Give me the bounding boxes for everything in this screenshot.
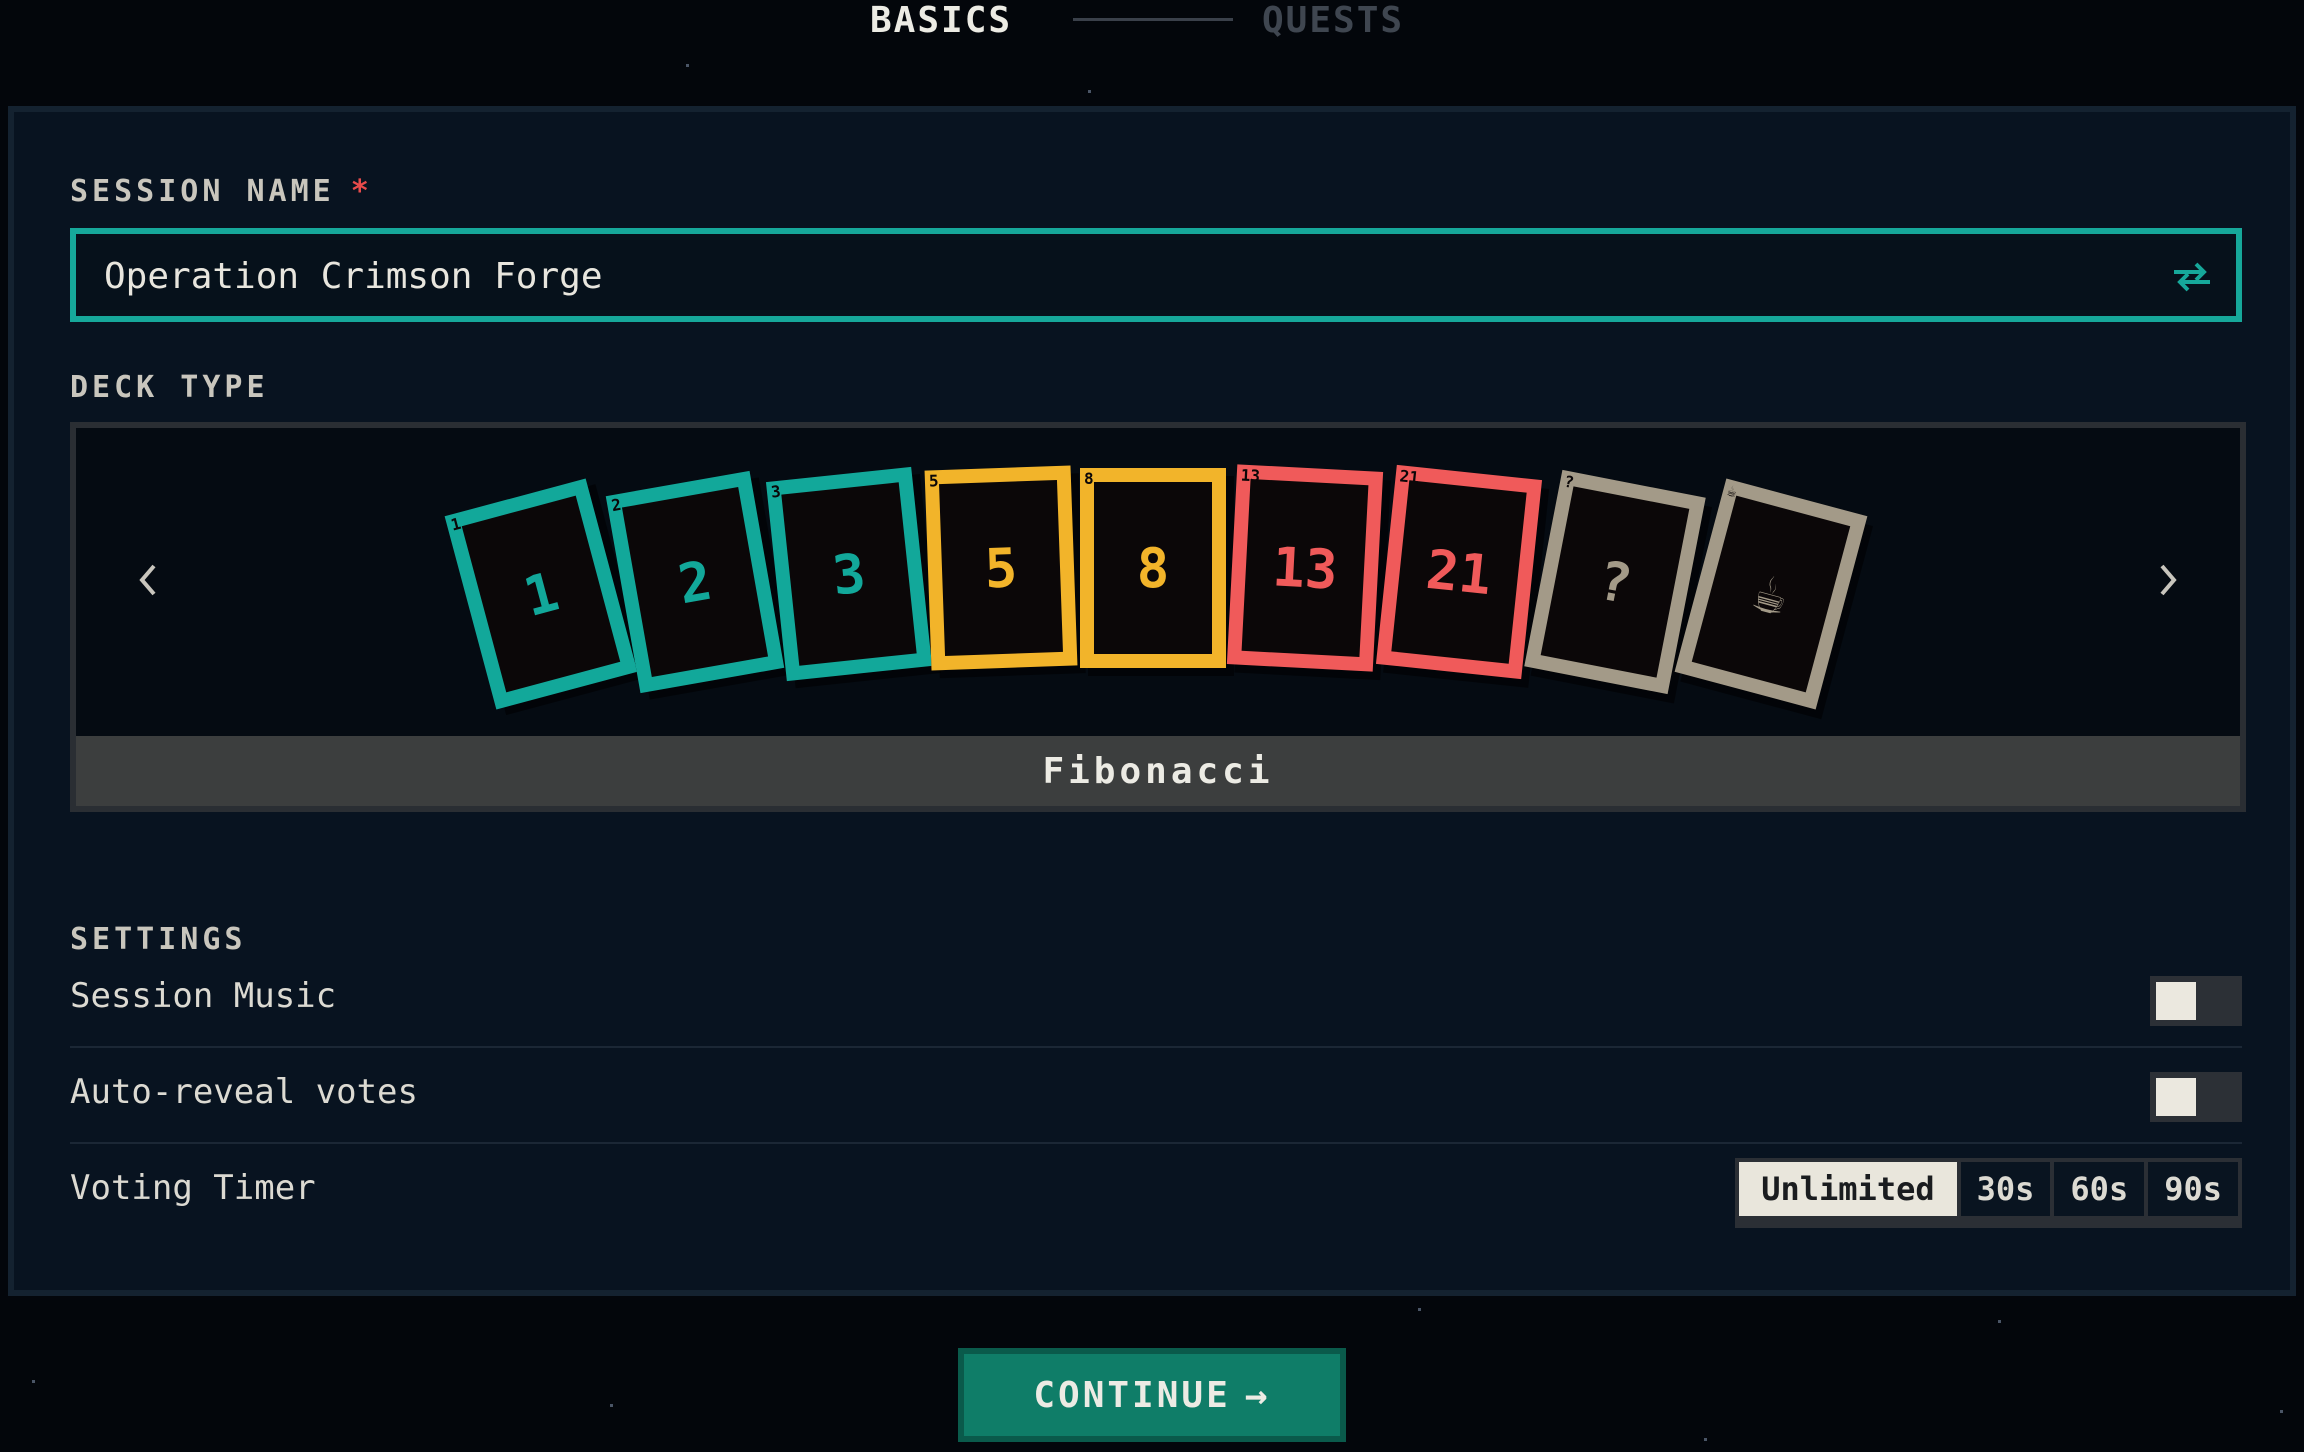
star <box>610 1404 613 1407</box>
deck-card: 33 <box>765 466 933 682</box>
card-value: 2 <box>673 548 717 616</box>
shuffle-icon[interactable] <box>2168 252 2216 300</box>
deck-card: 88 <box>1080 468 1226 668</box>
card-corner-value: 1 <box>448 513 463 535</box>
star <box>1704 1438 1707 1441</box>
chevron-right-icon[interactable] <box>2150 556 2186 604</box>
timer-option-unlimited[interactable]: Unlimited <box>1739 1162 1957 1216</box>
chevron-left-icon[interactable] <box>130 556 166 604</box>
card-value: ? <box>1593 547 1637 617</box>
session-name-label: SESSION NAME * <box>70 174 373 209</box>
deck-card: 13 13 <box>1226 464 1384 672</box>
card-value: 8 <box>1136 536 1170 600</box>
card-corner-value: 5 <box>928 471 939 491</box>
star <box>686 64 689 67</box>
setting-session-music: Session Music <box>70 954 2242 1044</box>
card-value: 1 <box>517 559 565 629</box>
deck-carousel: 1 1 2 2 3 3 5 5 8 8 13 13 21 21?? ☕ ☕ Fibonacci <box>70 422 2246 812</box>
continue-button[interactable]: CONTINUE → <box>958 1348 1346 1442</box>
voting-timer-segmented: Unlimited 30s 60s 90s <box>1735 1158 2242 1228</box>
timer-option-30s[interactable]: 30s <box>1960 1162 2051 1216</box>
setting-auto-reveal: Auto-reveal votes <box>70 1050 2242 1140</box>
setting-voting-timer: Voting Timer Unlimited 30s 60s 90s <box>70 1146 2242 1236</box>
deck-card: ☕ ☕ <box>1674 478 1868 710</box>
setting-auto-reveal-label: Auto-reveal votes <box>70 1072 418 1112</box>
required-mark: * <box>350 174 373 209</box>
deck-type-label: DECK TYPE <box>70 370 269 405</box>
deck-name: Fibonacci <box>1042 750 1274 792</box>
star <box>1418 1308 1421 1311</box>
step-connector <box>1073 18 1233 21</box>
star <box>1088 90 1091 93</box>
setting-session-music-label: Session Music <box>70 976 337 1016</box>
session-name-value: Operation Crimson Forge <box>104 256 603 297</box>
card-value: 5 <box>983 535 1019 601</box>
auto-reveal-toggle[interactable] <box>2150 1072 2242 1122</box>
session-setup-panel: SESSION NAME * Operation Crimson Forge DE… <box>8 106 2296 1296</box>
setting-voting-timer-label: Voting Timer <box>70 1168 316 1208</box>
timer-option-90s[interactable]: 90s <box>2148 1162 2238 1216</box>
deck-card: 55 <box>924 465 1078 671</box>
toggle-knob <box>2156 1078 2196 1116</box>
step-basics[interactable]: BASICS <box>870 0 1012 41</box>
settings-label: SETTINGS <box>70 922 247 957</box>
arrow-right-icon: → <box>1244 1373 1271 1417</box>
session-music-toggle[interactable] <box>2150 976 2242 1026</box>
card-value: 13 <box>1270 534 1340 602</box>
star <box>32 1380 35 1383</box>
session-name-input[interactable]: Operation Crimson Forge <box>70 228 2242 322</box>
card-value: ☕ <box>1747 559 1795 629</box>
deck-card: 21 21 <box>1375 464 1543 680</box>
toggle-knob <box>2156 982 2196 1020</box>
card-value: 21 <box>1423 537 1495 607</box>
star <box>1998 1320 2001 1323</box>
card-value: 3 <box>829 540 869 608</box>
card-corner-value: 3 <box>770 481 782 502</box>
deck-name-bar: Fibonacci <box>76 736 2240 806</box>
card-corner-value: 2 <box>609 494 623 516</box>
continue-label: CONTINUE <box>1033 1374 1231 1416</box>
divider <box>70 1046 2242 1048</box>
star <box>2280 1410 2283 1413</box>
step-quests[interactable]: QUESTS <box>1262 0 1404 41</box>
timer-option-60s[interactable]: 60s <box>2054 1162 2145 1216</box>
divider <box>70 1142 2242 1144</box>
wizard-stepper: BASICS QUESTS <box>0 0 2304 41</box>
card-corner-value: 8 <box>1084 469 1094 488</box>
